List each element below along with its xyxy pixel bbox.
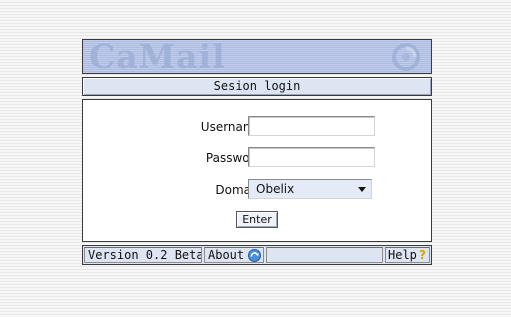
- swirl-logo-icon: [392, 43, 420, 71]
- question-mark-icon: ?: [419, 248, 426, 262]
- version-label: Version 0.2 Beta: [84, 247, 202, 263]
- banner-logo: CaMail: [89, 39, 226, 74]
- domain-selected-value: Obelix: [256, 182, 295, 196]
- arrow-circle-icon: [248, 249, 261, 262]
- domain-select[interactable]: Obelix: [248, 179, 372, 199]
- status-bar: Version 0.2 Beta About Help ?: [82, 245, 432, 265]
- login-window: CaMail Sesion login Username: Password: …: [82, 39, 432, 265]
- page-title: Sesion login: [82, 77, 432, 96]
- enter-button[interactable]: Enter: [236, 211, 278, 228]
- status-spacer: [266, 247, 383, 263]
- password-field[interactable]: [248, 147, 375, 167]
- about-label: About: [208, 248, 245, 262]
- about-button[interactable]: About: [204, 247, 264, 263]
- login-form: Username: Password: Domain: Obelix Enter: [82, 99, 432, 242]
- help-button[interactable]: Help ?: [385, 247, 430, 263]
- help-label: Help: [388, 248, 417, 262]
- username-field[interactable]: [248, 116, 375, 136]
- chevron-down-icon: [358, 187, 366, 192]
- banner: CaMail: [82, 39, 432, 74]
